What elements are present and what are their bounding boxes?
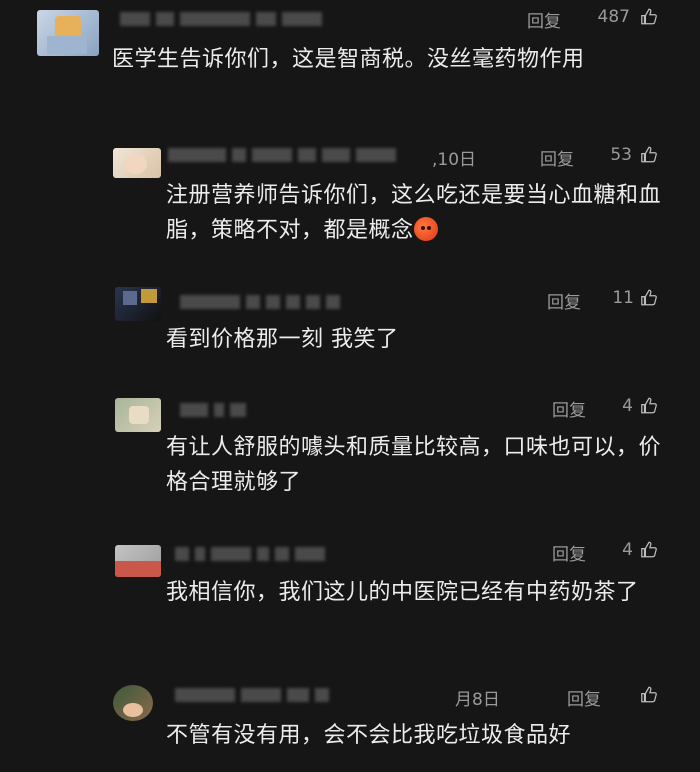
- comment-text: 我相信你，我们这儿的中医院已经有中药奶茶了: [166, 580, 639, 605]
- avatar[interactable]: [115, 545, 161, 577]
- reply-button[interactable]: 回复: [552, 396, 586, 421]
- comment-item: 回复 487 医学生告诉你们，这是智商税。没丝毫药物作用: [0, 0, 700, 120]
- comment-text: 不管有没有用，会不会比我吃垃圾食品好: [166, 723, 572, 748]
- comment-date: 月8日: [455, 690, 500, 710]
- comment-text-body: 注册营养师告诉你们，这么吃还是要当心血糖和血脂，策略不对，都是概念: [166, 183, 662, 243]
- thumbs-up-icon[interactable]: [640, 540, 658, 559]
- reply-button[interactable]: 回复: [547, 288, 581, 313]
- like-count: 53: [610, 145, 632, 165]
- username-redacted: [175, 547, 331, 561]
- comment-text: 医学生告诉你们，这是智商税。没丝毫药物作用: [112, 47, 585, 72]
- comment-text: 注册营养师告诉你们，这么吃还是要当心血糖和血脂，策略不对，都是概念: [166, 178, 666, 248]
- reply-button[interactable]: 回复: [552, 540, 586, 565]
- comment-item: 回复 4 有让人舒服的噱头和质量比较高，口味也可以，价格合理就够了: [0, 393, 700, 523]
- avatar[interactable]: [115, 287, 161, 321]
- username-redacted: [180, 295, 346, 309]
- thumbs-up-icon[interactable]: [640, 145, 658, 164]
- like-count: 11: [612, 288, 634, 308]
- comment-item: ,10日 回复 53 注册营养师告诉你们，这么吃还是要当心血糖和血脂，策略不对，…: [0, 140, 700, 280]
- reply-button[interactable]: 回复: [527, 7, 561, 32]
- avatar[interactable]: [113, 148, 161, 178]
- like-count: 4: [622, 396, 633, 416]
- username-redacted: [175, 688, 335, 702]
- hot-face-emoji-icon: [413, 217, 438, 241]
- avatar[interactable]: [115, 398, 161, 432]
- reply-button[interactable]: 回复: [540, 145, 574, 170]
- comment-date: ,10日: [432, 150, 477, 170]
- thumbs-up-icon[interactable]: [640, 288, 658, 307]
- comment-item: 回复 11 看到价格那一刻 我笑了: [0, 285, 700, 385]
- comment-text: 看到价格那一刻 我笑了: [166, 327, 399, 352]
- thumbs-up-icon[interactable]: [640, 7, 658, 26]
- comment-text: 有让人舒服的噱头和质量比较高，口味也可以，价格合理就够了: [166, 435, 662, 495]
- username-redacted: [168, 148, 402, 162]
- avatar[interactable]: [113, 685, 153, 721]
- comment-item: 月8日 回复 不管有没有用，会不会比我吃垃圾食品好: [0, 680, 700, 772]
- reply-button[interactable]: 回复: [567, 685, 601, 710]
- avatar[interactable]: [37, 10, 99, 56]
- thumbs-up-icon[interactable]: [640, 396, 658, 415]
- like-count: 487: [597, 7, 630, 27]
- comment-item: 回复 4 我相信你，我们这儿的中医院已经有中药奶茶了: [0, 537, 700, 667]
- thumbs-up-icon[interactable]: [640, 685, 658, 704]
- username-redacted: [180, 403, 252, 417]
- like-count: 4: [622, 540, 633, 560]
- username-redacted: [120, 12, 328, 26]
